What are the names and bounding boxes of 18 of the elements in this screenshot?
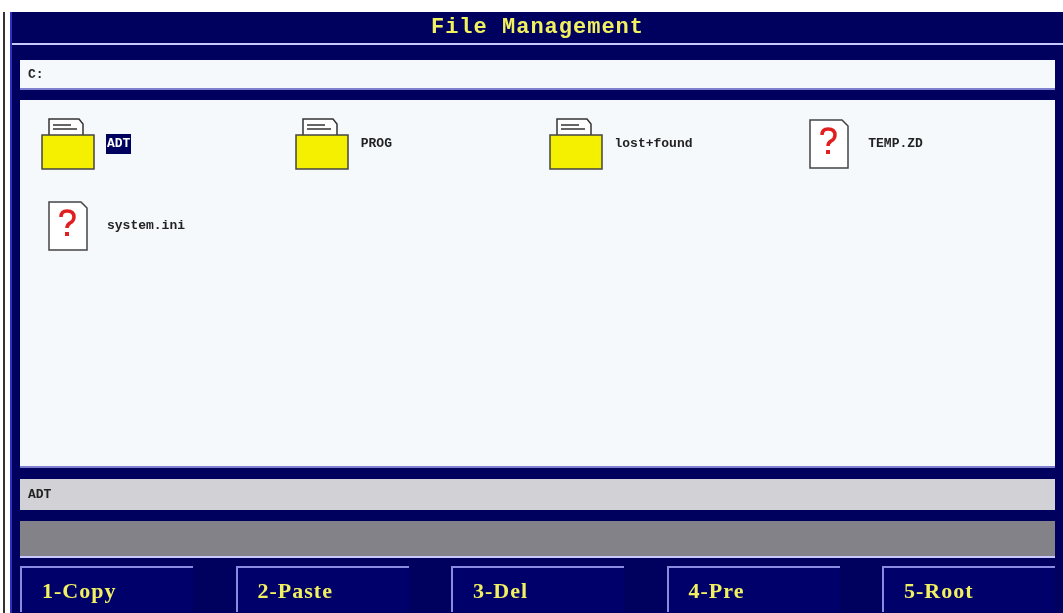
file-name[interactable]: lost+found bbox=[613, 134, 694, 154]
function-key-button[interactable]: 2-Paste bbox=[235, 566, 409, 612]
status-field: ADT bbox=[20, 479, 1055, 510]
function-key-button[interactable]: 4-Pre bbox=[666, 566, 840, 612]
folder-icon bbox=[294, 117, 349, 171]
unknown-file-icon bbox=[809, 119, 850, 169]
file-name[interactable]: PROG bbox=[359, 134, 393, 154]
path-field[interactable]: C: bbox=[20, 60, 1055, 90]
function-key-button[interactable]: 1-Copy bbox=[20, 566, 193, 612]
file-name[interactable]: TEMP.ZD bbox=[867, 134, 924, 154]
file-name[interactable]: system.ini bbox=[106, 216, 186, 236]
folder-icon bbox=[41, 117, 95, 171]
function-key-button[interactable]: 5-Root bbox=[882, 566, 1055, 612]
function-key-button[interactable]: 3-Del bbox=[451, 566, 624, 612]
window-title: File Management bbox=[430, 14, 644, 42]
file-name[interactable]: ADT bbox=[106, 134, 132, 154]
unknown-file-icon bbox=[48, 201, 88, 251]
folder-icon bbox=[548, 117, 603, 171]
